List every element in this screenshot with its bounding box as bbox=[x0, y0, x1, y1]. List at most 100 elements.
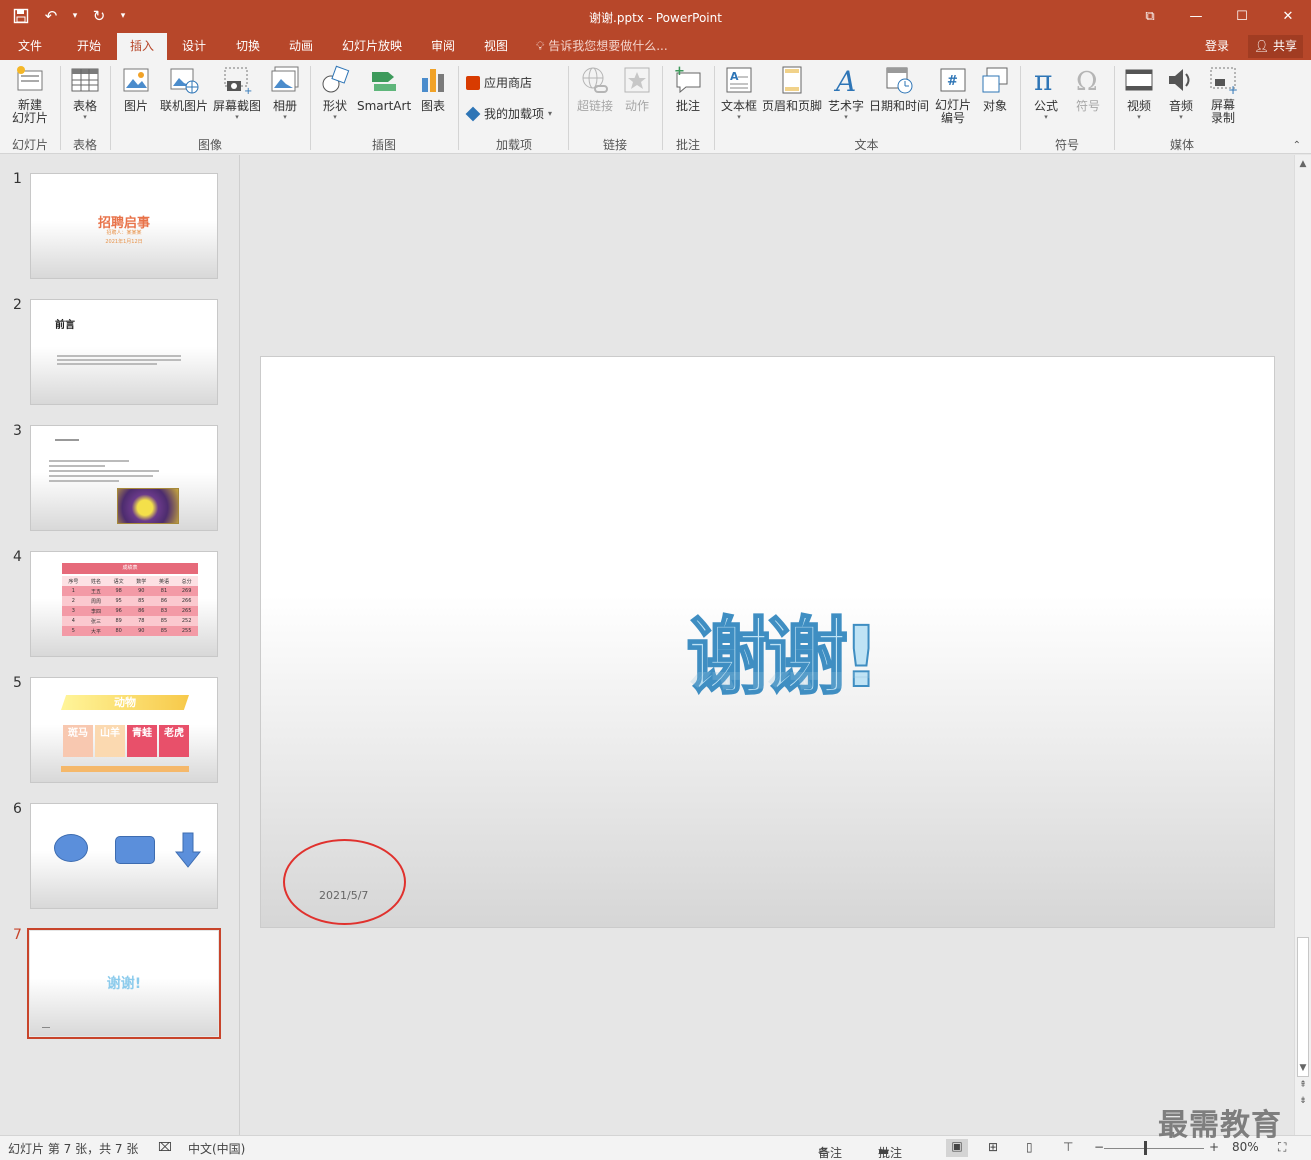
table-cell: 89 bbox=[115, 618, 122, 624]
thumb-title: 谢谢! bbox=[106, 976, 142, 992]
thumb-text-line bbox=[49, 460, 129, 462]
symbol-button[interactable]: Ω 符号 bbox=[1068, 64, 1108, 113]
tab-transitions[interactable]: 切换 bbox=[226, 33, 270, 60]
comment-button[interactable]: + 批注 bbox=[668, 64, 708, 113]
zoom-slider[interactable] bbox=[1104, 1148, 1204, 1149]
slide-thumbnail-3[interactable] bbox=[30, 425, 218, 531]
action-button[interactable]: 动作 bbox=[618, 64, 656, 113]
video-button[interactable]: 视频 ▾ bbox=[1120, 64, 1158, 121]
group-slides-label: 幻灯片 bbox=[11, 138, 48, 152]
slide-thumbnail-6[interactable] bbox=[30, 803, 218, 909]
new-slide-button[interactable]: 新建 幻灯片 bbox=[6, 64, 54, 125]
online-picture-button[interactable]: 联机图片 bbox=[158, 64, 210, 113]
group-comments-label: 批注 bbox=[675, 138, 700, 152]
slide-thumbnail-5[interactable]: 动物 斑马 山羊 青蛙 老虎 bbox=[30, 677, 218, 783]
audio-button[interactable]: 音频 ▾ bbox=[1162, 64, 1200, 121]
tab-review[interactable]: 审阅 bbox=[421, 33, 465, 60]
my-addins-button[interactable]: 我的加载项 ▾ bbox=[465, 105, 552, 122]
table-cell: 85 bbox=[138, 598, 145, 604]
spellcheck-icon[interactable]: ⌧ bbox=[158, 1140, 172, 1154]
slide-thumbnail-7[interactable]: 谢谢! bbox=[30, 931, 218, 1036]
thumb-text-line bbox=[49, 470, 159, 472]
table-cell: 90 bbox=[138, 628, 145, 634]
share-button[interactable]: 👤︎ 共享 bbox=[1247, 35, 1303, 58]
collapse-ribbon-icon[interactable]: ⌃ bbox=[1293, 140, 1301, 151]
tab-file[interactable]: 文件 bbox=[8, 33, 52, 60]
ribbon-display-icon[interactable]: ⧉ bbox=[1127, 0, 1173, 33]
wordart-button[interactable]: A 艺术字 ▾ bbox=[826, 64, 866, 121]
signin-link[interactable]: 登录 bbox=[1205, 33, 1229, 60]
current-slide[interactable]: 谢谢! 谢谢! 2021/5/7 bbox=[260, 356, 1275, 928]
tab-animations[interactable]: 动画 bbox=[279, 33, 323, 60]
chevron-down-icon: ▾ bbox=[235, 113, 239, 121]
scrollbar-thumb[interactable] bbox=[1297, 937, 1309, 1077]
table-cell: 85 bbox=[160, 628, 168, 634]
thumb-text-line bbox=[57, 355, 181, 357]
tab-slideshow[interactable]: 幻灯片放映 bbox=[334, 33, 410, 60]
group-tables-label: 表格 bbox=[72, 138, 97, 152]
slideshow-icon[interactable]: ⊤ bbox=[1063, 1140, 1073, 1154]
table-cell: 265 bbox=[181, 608, 192, 614]
slide-number: 3 bbox=[13, 423, 22, 439]
table-header: 语文 bbox=[113, 578, 124, 585]
normal-view-icon[interactable]: ▣ bbox=[946, 1139, 968, 1157]
textbox-button[interactable]: A 文本框 ▾ bbox=[719, 64, 759, 121]
thumb-animal-cell: 青蛙 bbox=[127, 725, 157, 757]
chevron-down-icon: ▾ bbox=[333, 113, 337, 121]
tell-me-box[interactable]: 💡︎ 告诉我您想要做什么... bbox=[536, 33, 668, 60]
scroll-down-icon[interactable]: ▼ bbox=[1298, 1063, 1308, 1073]
picture-button[interactable]: 图片 bbox=[116, 64, 156, 113]
tab-home[interactable]: 开始 bbox=[65, 33, 113, 60]
omega-icon: Ω bbox=[1076, 67, 1098, 96]
minimize-icon[interactable]: — bbox=[1173, 0, 1219, 33]
chart-button[interactable]: 图表 bbox=[414, 64, 452, 113]
slide-sorter-icon[interactable]: ⊞ bbox=[988, 1140, 998, 1154]
shapes-button[interactable]: 形状 ▾ bbox=[316, 64, 354, 121]
separator bbox=[310, 66, 311, 150]
chart-icon bbox=[422, 69, 444, 92]
svg-text:A: A bbox=[833, 65, 856, 96]
smartart-button[interactable]: SmartArt bbox=[357, 64, 411, 113]
tab-view[interactable]: 视图 bbox=[474, 33, 518, 60]
album-button[interactable]: 相册 ▾ bbox=[266, 64, 304, 121]
slide-number: 2 bbox=[13, 297, 22, 313]
table-cell: 李四 bbox=[90, 608, 101, 615]
slide-number: 4 bbox=[13, 549, 22, 565]
table-button[interactable]: 表格 ▾ bbox=[66, 64, 104, 121]
object-button[interactable]: 对象 bbox=[976, 64, 1014, 113]
zoom-out-icon[interactable]: − bbox=[1094, 1140, 1104, 1154]
zoom-slider-handle[interactable] bbox=[1144, 1141, 1147, 1155]
slide-thumbnail-1[interactable]: 招聘启事 招聘人：某某某 2021年1月12日 bbox=[30, 173, 218, 279]
table-cell: 90 bbox=[138, 588, 145, 594]
shapes-icon bbox=[322, 65, 350, 93]
slide-position-text: 幻灯片 第 7 张，共 7 张 bbox=[8, 1142, 139, 1156]
scroll-up-icon[interactable]: ▲ bbox=[1298, 159, 1308, 169]
slide-thumbnail-2[interactable]: 前言 bbox=[30, 299, 218, 405]
store-button[interactable]: 应用商店 bbox=[466, 74, 532, 91]
close-icon[interactable]: ✕ bbox=[1265, 0, 1311, 33]
datetime-button[interactable]: 日期和时间 bbox=[868, 64, 930, 113]
table-cell: 5 bbox=[71, 628, 75, 634]
slide-number-button[interactable]: # 幻灯片 编号 bbox=[932, 64, 974, 125]
table-cell: 4 bbox=[71, 618, 75, 624]
slide-editing-canvas[interactable]: 谢谢! 谢谢! 2021/5/7 bbox=[241, 155, 1294, 1135]
maximize-icon[interactable]: ☐ bbox=[1219, 0, 1265, 33]
hyperlink-button[interactable]: 超链接 bbox=[574, 64, 616, 113]
thumb-oval-shape bbox=[54, 834, 88, 862]
tab-design[interactable]: 设计 bbox=[172, 33, 216, 60]
screenshot-button[interactable]: + 屏幕截图 ▾ bbox=[211, 64, 263, 121]
equation-button[interactable]: π 公式 ▾ bbox=[1026, 64, 1066, 121]
svg-text:Ω: Ω bbox=[1076, 67, 1098, 96]
next-slide-icon[interactable]: ⇟ bbox=[1298, 1096, 1308, 1106]
header-footer-icon bbox=[782, 66, 802, 94]
language-indicator[interactable]: 中文(中国) bbox=[188, 1140, 245, 1157]
previous-slide-icon[interactable]: ⇞ bbox=[1298, 1080, 1308, 1090]
table-cell: 86 bbox=[138, 608, 145, 614]
vertical-scrollbar[interactable]: ▲ ▼ ⇞ ⇟ bbox=[1294, 155, 1311, 1135]
tab-insert[interactable]: 插入 bbox=[117, 33, 167, 60]
calendar-clock-icon bbox=[886, 67, 913, 94]
header-footer-button[interactable]: 页眉和页脚 bbox=[761, 64, 823, 113]
reading-view-icon[interactable]: ▯ bbox=[1026, 1140, 1033, 1154]
slide-thumbnail-4[interactable]: 成绩表 序号 姓名 语文 数学 英语 总分 1 王五 98 90 81 269 2 周周 95… bbox=[30, 551, 218, 657]
screen-record-button[interactable]: + 屏幕 录制 bbox=[1202, 64, 1244, 125]
